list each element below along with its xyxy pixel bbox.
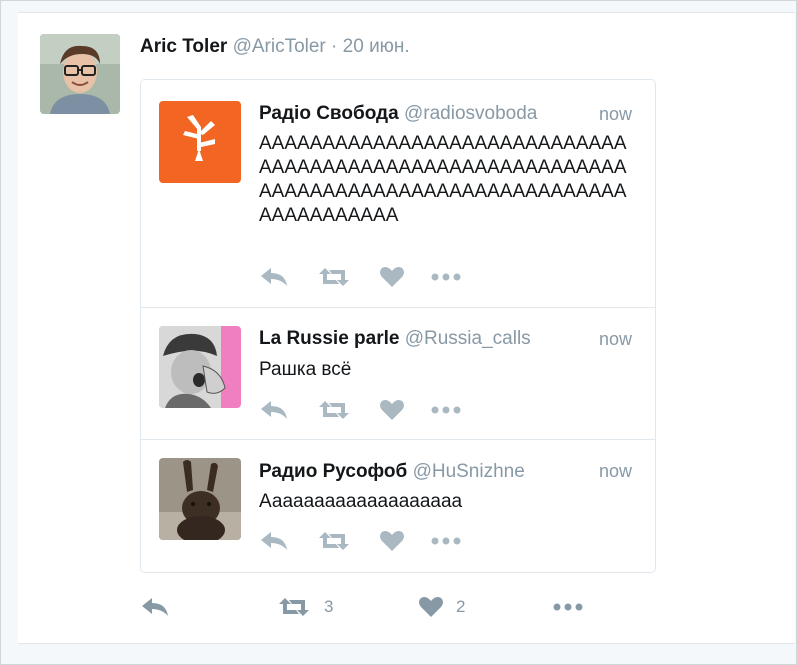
la-russie-parle-avatar[interactable] xyxy=(159,326,241,408)
quoted-time[interactable]: now xyxy=(599,329,632,350)
author-name[interactable]: Aric Toler xyxy=(140,36,227,57)
retweet-icon xyxy=(279,598,309,616)
author-handle[interactable]: @AricToler xyxy=(233,36,326,57)
retweet-icon[interactable] xyxy=(317,264,351,290)
quoted-author: Радио Русофоб @HuSnizhne xyxy=(259,461,525,483)
more-icon[interactable] xyxy=(431,397,461,423)
tweet-date[interactable]: 20 июн. xyxy=(343,36,410,57)
heart-icon[interactable] xyxy=(379,264,405,290)
heart-icon[interactable] xyxy=(379,397,405,423)
tweet-header: Aric Toler @AricToler · 20 июн. xyxy=(140,36,410,58)
quoted-tweets-container: Радіо Свобода @radiosvoboda now AAAAAAAA… xyxy=(140,79,656,573)
quoted-author-name[interactable]: Радіо Свобода xyxy=(259,103,399,124)
quoted-tweet[interactable]: Радіо Свобода @radiosvoboda now AAAAAAAA… xyxy=(141,80,655,307)
retweet-count: 3 xyxy=(324,597,334,616)
header-separator: · xyxy=(331,36,338,57)
quoted-text: Ааааааааааааааааааа xyxy=(259,491,463,512)
retweet-button[interactable]: 3 xyxy=(276,592,333,622)
reply-icon[interactable] xyxy=(140,592,170,622)
heart-icon xyxy=(419,597,443,617)
quoted-author-name[interactable]: Радио Русофоб xyxy=(259,461,407,482)
reply-icon[interactable] xyxy=(259,397,289,423)
quoted-author-handle[interactable]: @radiosvoboda xyxy=(404,103,537,124)
retweet-icon[interactable] xyxy=(317,397,351,423)
more-icon[interactable] xyxy=(431,528,461,554)
quoted-author: Радіо Свобода @radiosvoboda xyxy=(259,103,537,125)
like-count: 2 xyxy=(456,597,466,616)
quoted-text: AAAAAAAAAAAAAAAAAAAAAAAAAAAAAAAAAAAAAAAA… xyxy=(259,133,627,226)
quoted-author: La Russie parle @Russia_calls xyxy=(259,328,531,350)
quoted-author-name[interactable]: La Russie parle xyxy=(259,328,399,349)
retweet-icon[interactable] xyxy=(317,528,351,554)
quoted-tweet[interactable]: Радио Русофоб @HuSnizhne now Ааааааааааа… xyxy=(141,439,655,573)
quoted-author-handle[interactable]: @HuSnizhne xyxy=(413,461,525,482)
quoted-tweet[interactable]: La Russie parle @Russia_calls now Рашка … xyxy=(141,307,655,440)
like-button[interactable]: 2 xyxy=(418,592,465,622)
more-icon[interactable] xyxy=(431,264,461,290)
quoted-time[interactable]: now xyxy=(599,104,632,125)
radio-rusofob-avatar[interactable] xyxy=(159,458,241,540)
radio-svoboda-avatar[interactable] xyxy=(159,101,241,183)
author-avatar[interactable] xyxy=(40,34,120,114)
heart-icon[interactable] xyxy=(379,528,405,554)
reply-icon[interactable] xyxy=(259,528,289,554)
quoted-text: Рашка всё xyxy=(259,359,352,380)
reply-icon[interactable] xyxy=(259,264,289,290)
more-icon[interactable] xyxy=(552,592,584,622)
quoted-author-handle[interactable]: @Russia_calls xyxy=(405,328,531,349)
quoted-time[interactable]: now xyxy=(599,461,632,482)
